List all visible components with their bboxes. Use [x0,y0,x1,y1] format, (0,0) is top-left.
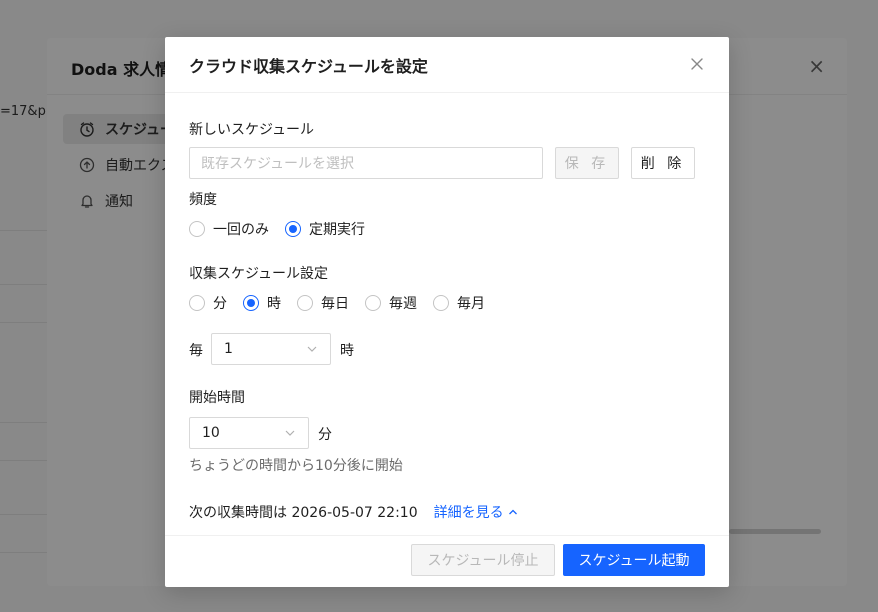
radio-circle[interactable] [297,295,313,311]
radio-circle[interactable] [365,295,381,311]
radio-hour[interactable]: 時 [243,293,281,313]
interval-value: 1 [224,341,233,357]
every-prefix: 毎 [189,343,203,359]
modal-footer: スケジュール停止 スケジュール起動 [165,535,729,587]
radio-label: 定期実行 [309,222,365,238]
close-icon[interactable] [689,56,705,72]
radio-label: 時 [267,296,281,312]
radio-minute[interactable]: 分 [189,293,227,313]
details-link[interactable]: 詳細を見る [434,502,518,522]
radio-label: 分 [213,296,227,312]
radio-periodic[interactable]: 定期実行 [285,219,365,239]
delete-button[interactable]: 削 除 [631,147,695,179]
radio-once[interactable]: 一回のみ [189,219,269,239]
collect-schedule-label: 収集スケジュール設定 [189,266,329,282]
radio-label: 毎週 [389,296,417,312]
radio-monthly[interactable]: 毎月 [433,293,485,313]
radio-circle[interactable] [189,295,205,311]
start-schedule-button[interactable]: スケジュール起動 [563,544,705,576]
interval-select[interactable]: 1 [211,333,331,365]
radio-circle[interactable] [433,295,449,311]
schedule-select-input[interactable]: 既存スケジュールを選択 [189,147,543,179]
next-collect-time: 次の収集時間は 2026-05-07 22:10 [189,505,418,521]
schedule-modal: クラウド収集スケジュールを設定 新しいスケジュール 既存スケジュールを選択 保 … [165,37,729,587]
frequency-label: 頻度 [189,192,217,208]
start-time-label: 開始時間 [189,390,245,406]
start-hint: ちょうどの時間から10分後に開始 [189,458,403,474]
radio-circle[interactable] [243,295,259,311]
radio-circle[interactable] [285,221,301,237]
start-minute-value: 10 [202,425,220,441]
chevron-up-icon [508,509,517,515]
modal-title: クラウド収集スケジュールを設定 [189,56,428,76]
radio-label: 毎日 [321,296,349,312]
new-schedule-label: 新しいスケジュール [189,122,315,138]
save-button[interactable]: 保 存 [555,147,619,179]
start-minute-select[interactable]: 10 [189,417,309,449]
schedule-placeholder: 既存スケジュールを選択 [201,156,355,172]
radio-label: 一回のみ [213,222,269,238]
unit-radio-group: 分 時 毎日 毎週 毎月 [189,293,501,313]
stop-schedule-button[interactable]: スケジュール停止 [411,544,555,576]
start-unit: 分 [318,427,332,443]
radio-label: 毎月 [457,296,485,312]
next-collect-row: 次の収集時間は 2026-05-07 22:10 詳細を見る [189,502,518,522]
chevron-down-icon [285,430,295,436]
radio-daily[interactable]: 毎日 [297,293,349,313]
every-suffix: 時 [340,343,354,359]
details-link-label: 詳細を見る [433,505,504,521]
radio-circle[interactable] [189,221,205,237]
radio-weekly[interactable]: 毎週 [365,293,417,313]
chevron-down-icon [307,346,317,352]
modal-header: クラウド収集スケジュールを設定 [165,37,729,93]
frequency-radio-group: 一回のみ 定期実行 [189,219,381,239]
